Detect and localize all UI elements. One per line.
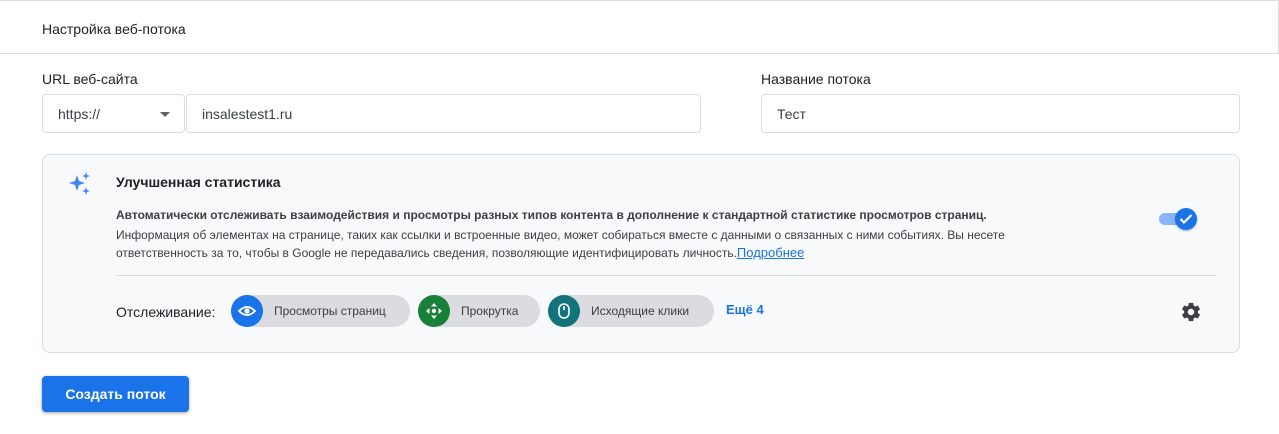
stream-name-label: Название потока: [761, 71, 871, 87]
stream-name-value: Тест: [777, 106, 806, 122]
dropdown-arrow-icon: [160, 112, 170, 117]
sparkle-icon: [69, 172, 90, 195]
url-value: insalestest1.ru: [202, 106, 293, 122]
scroll-arrows-icon: [418, 295, 450, 327]
chip-page-views[interactable]: Просмотры страниц: [231, 295, 410, 327]
page-title: Настройка веб-потока: [42, 21, 186, 37]
url-label: URL веб-сайта: [42, 71, 138, 87]
gear-icon[interactable]: [1180, 301, 1202, 323]
chip-scroll[interactable]: Прокрутка: [418, 295, 540, 327]
toggle-knob: [1175, 208, 1197, 230]
protocol-value: https://: [58, 106, 101, 122]
page-header: Настройка веб-потока: [0, 0, 1279, 54]
enhanced-description: Информация об элементах на странице, так…: [116, 226, 1016, 262]
more-link[interactable]: Ещё 4: [726, 302, 764, 317]
check-icon: [1179, 214, 1193, 225]
chip-label: Просмотры страниц: [274, 304, 386, 318]
chip-label: Исходящие клики: [591, 304, 690, 318]
divider: [116, 275, 1216, 276]
chip-label: Прокрутка: [461, 304, 519, 318]
stream-name-input[interactable]: Тест: [761, 94, 1240, 133]
enhanced-title: Улучшенная статистика: [116, 174, 281, 190]
protocol-select[interactable]: https://: [42, 94, 185, 133]
create-stream-button[interactable]: Создать поток: [42, 376, 189, 412]
chip-outbound-clicks[interactable]: Исходящие клики: [548, 295, 714, 327]
learn-more-link[interactable]: Подробнее: [737, 245, 804, 260]
tracking-label: Отслеживание:: [116, 304, 216, 320]
enhanced-description-text: Информация об элементах на странице, так…: [116, 228, 1005, 260]
eye-icon: [231, 295, 263, 327]
mouse-icon: [548, 295, 580, 327]
enhanced-toggle[interactable]: [1159, 208, 1197, 230]
enhanced-measurement-card: Улучшенная статистика Автоматически отсл…: [42, 154, 1240, 353]
enhanced-description-bold: Автоматически отслеживать взаимодействия…: [116, 208, 987, 222]
url-input[interactable]: insalestest1.ru: [186, 94, 701, 133]
